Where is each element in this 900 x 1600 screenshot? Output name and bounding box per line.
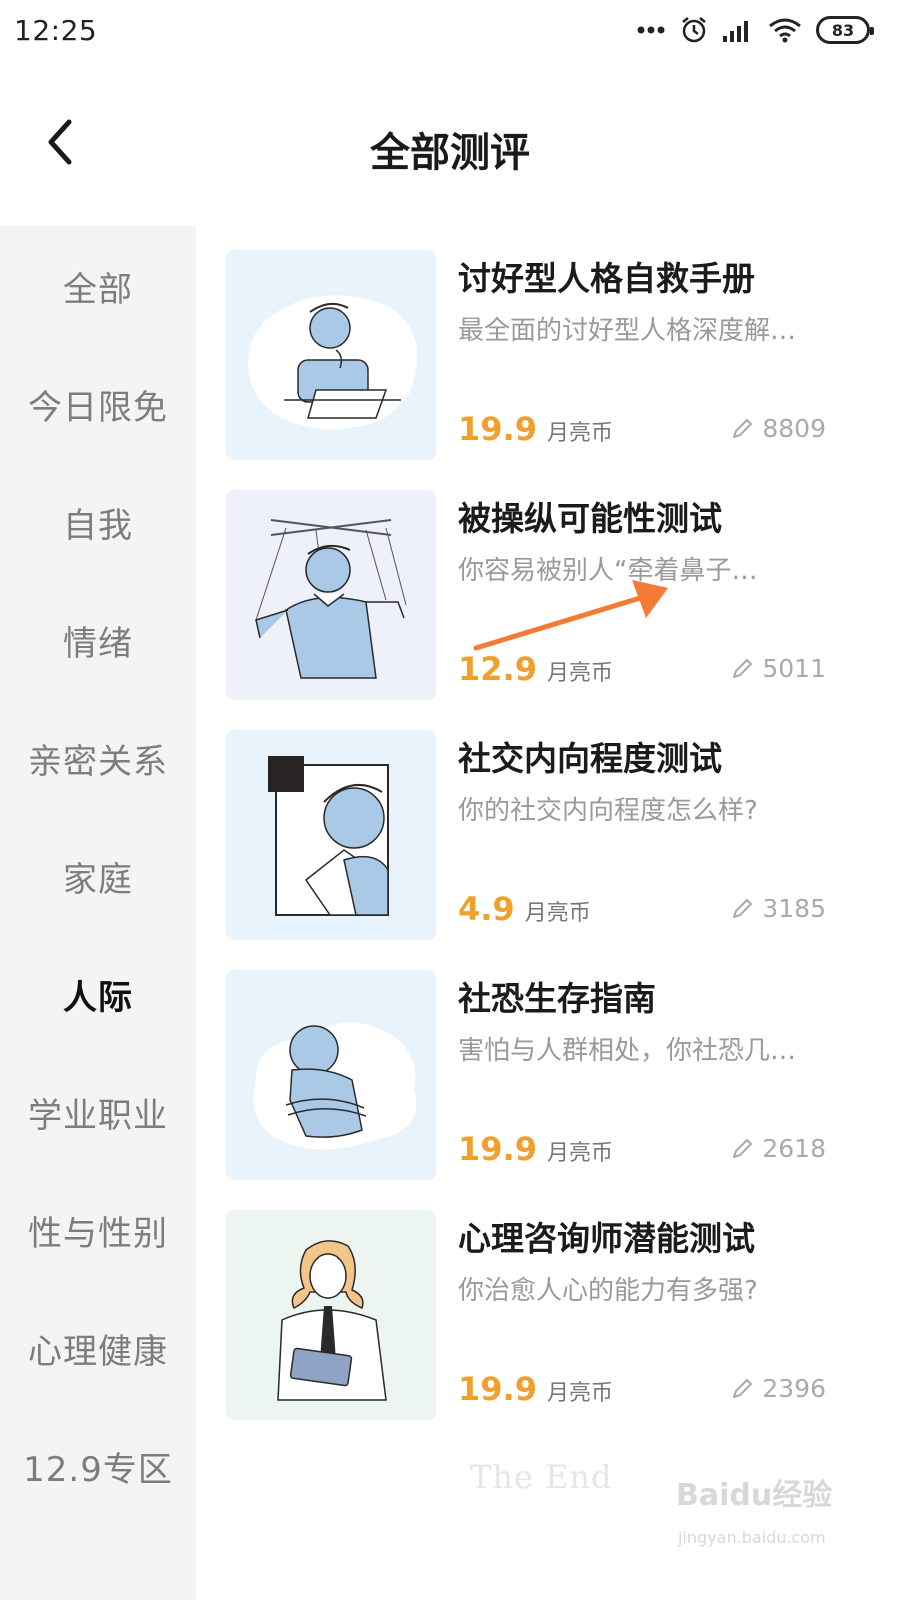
- status-time: 12:25: [14, 14, 98, 47]
- price-unit: 月亮币: [546, 1381, 613, 1406]
- test-thumbnail: [226, 250, 436, 460]
- participant-count: 2396: [730, 1374, 826, 1403]
- price-row: 4.9 月亮币: [458, 890, 591, 928]
- test-card[interactable]: 社恐生存指南 害怕与人群相处，你社恐几… 19.9 月亮币 2618: [226, 970, 866, 1182]
- test-description: 害怕与人群相处，你社恐几…: [458, 1036, 797, 1066]
- test-title: 社交内向程度测试: [458, 739, 722, 778]
- test-card[interactable]: 社交内向程度测试 你的社交内向程度怎么样? 4.9 月亮币 3185: [226, 730, 866, 942]
- alarm-icon: [682, 17, 706, 43]
- sidebar-item-sex-gender[interactable]: 性与性别: [0, 1190, 196, 1270]
- pencil-icon: [733, 898, 753, 918]
- test-title: 社恐生存指南: [458, 979, 656, 1018]
- price-unit: 月亮币: [524, 901, 591, 926]
- sidebar-item-12-9-zone[interactable]: 12.9专区: [0, 1426, 196, 1506]
- participant-count: 8809: [730, 414, 826, 443]
- sidebar-item-self[interactable]: 自我: [0, 482, 196, 562]
- participant-count: 2618: [730, 1134, 826, 1163]
- watermark-logo: Baidu经验: [676, 1478, 833, 1513]
- pencil-icon: [733, 658, 753, 678]
- watermark-url: jingyan.baidu.com: [678, 1528, 826, 1547]
- test-description: 你的社交内向程度怎么样?: [458, 796, 758, 826]
- price-row: 19.9 月亮币: [458, 1370, 613, 1408]
- status-icons: 83: [636, 14, 874, 46]
- test-title: 被操纵可能性测试: [458, 499, 722, 538]
- count-value: 2396: [762, 1374, 826, 1403]
- pencil-icon: [733, 1138, 753, 1158]
- category-sidebar: 全部 今日限免 自我 情绪 亲密关系 家庭 人际 学业职业 性与性别 心理健康 …: [0, 226, 196, 1600]
- sidebar-item-family[interactable]: 家庭: [0, 836, 196, 916]
- sidebar-item-interpersonal[interactable]: 人际: [0, 954, 196, 1034]
- test-description: 你容易被别人“牵着鼻子…: [458, 556, 758, 586]
- test-price: 19.9: [458, 1370, 537, 1408]
- list-end-text: The End: [470, 1458, 613, 1496]
- price-unit: 月亮币: [546, 661, 613, 686]
- test-price: 4.9: [458, 890, 515, 928]
- battery-icon: 83: [816, 16, 874, 44]
- price-unit: 月亮币: [546, 1141, 613, 1166]
- count-value: 3185: [762, 894, 826, 923]
- count-value: 2618: [762, 1134, 826, 1163]
- test-price: 19.9: [458, 410, 537, 448]
- header: 全部测评: [0, 62, 900, 226]
- test-thumbnail: [226, 490, 436, 700]
- sidebar-item-intimacy[interactable]: 亲密关系: [0, 718, 196, 798]
- test-description: 最全面的讨好型人格深度解…: [458, 316, 797, 346]
- test-card[interactable]: 被操纵可能性测试 你容易被别人“牵着鼻子… 12.9 月亮币 5011: [226, 490, 866, 702]
- wifi-icon: [769, 18, 801, 43]
- test-thumbnail: [226, 730, 436, 940]
- more-dots-icon: [637, 26, 665, 34]
- count-value: 8809: [762, 414, 826, 443]
- test-title: 讨好型人格自救手册: [458, 259, 755, 298]
- sidebar-item-study-career[interactable]: 学业职业: [0, 1072, 196, 1152]
- pencil-icon: [733, 418, 753, 438]
- test-price: 19.9: [458, 1130, 537, 1168]
- price-row: 19.9 月亮币: [458, 1130, 613, 1168]
- test-price: 12.9: [458, 650, 537, 688]
- sidebar-item-mental-health[interactable]: 心理健康: [0, 1308, 196, 1388]
- signal-icon: [723, 21, 748, 42]
- price-row: 12.9 月亮币: [458, 650, 613, 688]
- test-title: 心理咨询师潜能测试: [458, 1219, 755, 1258]
- status-bar: 12:25 83: [0, 0, 900, 62]
- pencil-icon: [733, 1378, 753, 1398]
- battery-level: 83: [831, 20, 855, 40]
- price-unit: 月亮币: [546, 421, 613, 446]
- test-description: 你治愈人心的能力有多强?: [458, 1276, 758, 1306]
- participant-count: 3185: [730, 894, 826, 923]
- price-row: 19.9 月亮币: [458, 410, 613, 448]
- baidu-watermark: Baidu经验 jingyan.baidu.com: [676, 1470, 876, 1560]
- test-card[interactable]: 讨好型人格自救手册 最全面的讨好型人格深度解… 19.9 月亮币 8809: [226, 250, 866, 462]
- sidebar-item-all[interactable]: 全部: [0, 246, 196, 326]
- sidebar-item-free-today[interactable]: 今日限免: [0, 364, 196, 444]
- participant-count: 5011: [730, 654, 826, 683]
- count-value: 5011: [762, 654, 826, 683]
- page-title: 全部测评: [370, 130, 530, 176]
- test-thumbnail: [226, 1210, 436, 1420]
- test-thumbnail: [226, 970, 436, 1180]
- sidebar-item-emotion[interactable]: 情绪: [0, 600, 196, 680]
- test-card[interactable]: 心理咨询师潜能测试 你治愈人心的能力有多强? 19.9 月亮币 2396: [226, 1210, 866, 1422]
